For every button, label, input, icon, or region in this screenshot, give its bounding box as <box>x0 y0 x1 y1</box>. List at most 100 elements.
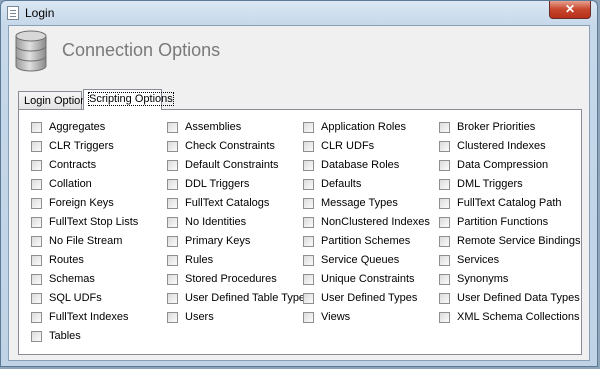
checkbox[interactable] <box>167 140 178 152</box>
checkbox[interactable] <box>167 235 178 247</box>
option-partition-functions[interactable]: Partition Functions <box>439 214 548 230</box>
option-primary-keys[interactable]: Primary Keys <box>167 233 250 249</box>
checkbox[interactable] <box>167 197 178 209</box>
option-data-compression[interactable]: Data Compression <box>439 157 548 173</box>
checkbox[interactable] <box>439 273 450 285</box>
checkbox-label: Unique Constraints <box>321 273 415 285</box>
option-database-roles[interactable]: Database Roles <box>303 157 399 173</box>
option-clr-udfs[interactable]: CLR UDFs <box>303 138 374 154</box>
checkbox[interactable] <box>31 292 42 304</box>
checkbox-label: Rules <box>185 254 214 266</box>
checkbox[interactable] <box>303 235 314 247</box>
option-tables[interactable]: Tables <box>31 328 81 344</box>
option-broker-priorities[interactable]: Broker Priorities <box>439 119 535 135</box>
checkbox[interactable] <box>303 311 314 323</box>
option-user-defined-table-types[interactable]: User Defined Table Types <box>167 290 311 306</box>
option-fulltext-catalogs[interactable]: FullText Catalogs <box>167 195 269 211</box>
option-unique-constraints[interactable]: Unique Constraints <box>303 271 415 287</box>
tab-scripting-options[interactable]: Scripting Options <box>83 89 174 110</box>
checkbox-label: Contracts <box>49 159 97 171</box>
option-ddl-triggers[interactable]: DDL Triggers <box>167 176 249 192</box>
option-service-queues[interactable]: Service Queues <box>303 252 399 268</box>
checkbox[interactable] <box>31 254 42 266</box>
checkbox[interactable] <box>167 216 178 228</box>
checkbox[interactable] <box>303 159 314 171</box>
option-default-constraints[interactable]: Default Constraints <box>167 157 279 173</box>
checkbox[interactable] <box>303 273 314 285</box>
option-rules[interactable]: Rules <box>167 252 213 268</box>
option-synonyms[interactable]: Synonyms <box>439 271 508 287</box>
checkbox[interactable] <box>439 159 450 171</box>
option-users[interactable]: Users <box>167 309 214 325</box>
option-fulltext-stop-lists[interactable]: FullText Stop Lists <box>31 214 138 230</box>
checkbox[interactable] <box>31 311 42 323</box>
checkbox[interactable] <box>31 121 42 133</box>
option-assemblies[interactable]: Assemblies <box>167 119 241 135</box>
checkbox[interactable] <box>439 292 450 304</box>
option-collation[interactable]: Collation <box>31 176 92 192</box>
close-button[interactable]: ✕ <box>549 1 591 19</box>
option-no-identities[interactable]: No Identities <box>167 214 246 230</box>
option-nonclustered-indexes[interactable]: NonClustered Indexes <box>303 214 430 230</box>
option-schemas[interactable]: Schemas <box>31 271 95 287</box>
option-sql-udfs[interactable]: SQL UDFs <box>31 290 102 306</box>
option-check-constraints[interactable]: Check Constraints <box>167 138 275 154</box>
checkbox[interactable] <box>31 178 42 190</box>
option-defaults[interactable]: Defaults <box>303 176 361 192</box>
option-services[interactable]: Services <box>439 252 499 268</box>
option-user-defined-types[interactable]: User Defined Types <box>303 290 417 306</box>
checkbox[interactable] <box>303 140 314 152</box>
checkbox[interactable] <box>167 254 178 266</box>
checkbox[interactable] <box>31 140 42 152</box>
checkbox[interactable] <box>303 216 314 228</box>
checkbox[interactable] <box>167 292 178 304</box>
checkbox[interactable] <box>439 140 450 152</box>
checkbox[interactable] <box>303 121 314 133</box>
checkbox[interactable] <box>31 273 42 285</box>
option-fulltext-catalog-path[interactable]: FullText Catalog Path <box>439 195 562 211</box>
option-dml-triggers[interactable]: DML Triggers <box>439 176 523 192</box>
title-bar[interactable]: Login ✕ <box>1 1 597 25</box>
option-xml-schema-collections[interactable]: XML Schema Collections <box>439 309 579 325</box>
option-partition-schemes[interactable]: Partition Schemes <box>303 233 410 249</box>
checkbox[interactable] <box>31 197 42 209</box>
option-routes[interactable]: Routes <box>31 252 84 268</box>
option-contracts[interactable]: Contracts <box>31 157 96 173</box>
checkbox[interactable] <box>31 235 42 247</box>
option-clustered-indexes[interactable]: Clustered Indexes <box>439 138 546 154</box>
option-message-types[interactable]: Message Types <box>303 195 398 211</box>
tab-login-options[interactable]: Login Options <box>18 91 92 109</box>
option-aggregates[interactable]: Aggregates <box>31 119 105 135</box>
checkbox[interactable] <box>439 121 450 133</box>
option-remote-service-bindings[interactable]: Remote Service Bindings <box>439 233 581 249</box>
checkbox[interactable] <box>439 254 450 266</box>
checkbox-label: Partition Functions <box>457 216 549 228</box>
option-fulltext-indexes[interactable]: FullText Indexes <box>31 309 128 325</box>
checkbox-label: Check Constraints <box>185 140 275 152</box>
checkbox[interactable] <box>303 292 314 304</box>
option-foreign-keys[interactable]: Foreign Keys <box>31 195 114 211</box>
checkbox[interactable] <box>167 121 178 133</box>
option-application-roles[interactable]: Application Roles <box>303 119 406 135</box>
checkbox[interactable] <box>303 197 314 209</box>
option-stored-procedures[interactable]: Stored Procedures <box>167 271 277 287</box>
checkbox-label: Tables <box>49 330 81 342</box>
checkbox[interactable] <box>167 273 178 285</box>
checkbox[interactable] <box>439 216 450 228</box>
checkbox[interactable] <box>439 197 450 209</box>
checkbox[interactable] <box>439 235 450 247</box>
checkbox[interactable] <box>31 216 42 228</box>
option-user-defined-data-types[interactable]: User Defined Data Types <box>439 290 580 306</box>
checkbox[interactable] <box>167 178 178 190</box>
checkbox[interactable] <box>439 311 450 323</box>
checkbox[interactable] <box>439 178 450 190</box>
option-no-file-stream[interactable]: No File Stream <box>31 233 122 249</box>
checkbox[interactable] <box>303 178 314 190</box>
checkbox[interactable] <box>303 254 314 266</box>
checkbox[interactable] <box>167 311 178 323</box>
option-views[interactable]: Views <box>303 309 350 325</box>
checkbox[interactable] <box>31 159 42 171</box>
checkbox[interactable] <box>167 159 178 171</box>
option-clr-triggers[interactable]: CLR Triggers <box>31 138 114 154</box>
checkbox[interactable] <box>31 330 42 342</box>
